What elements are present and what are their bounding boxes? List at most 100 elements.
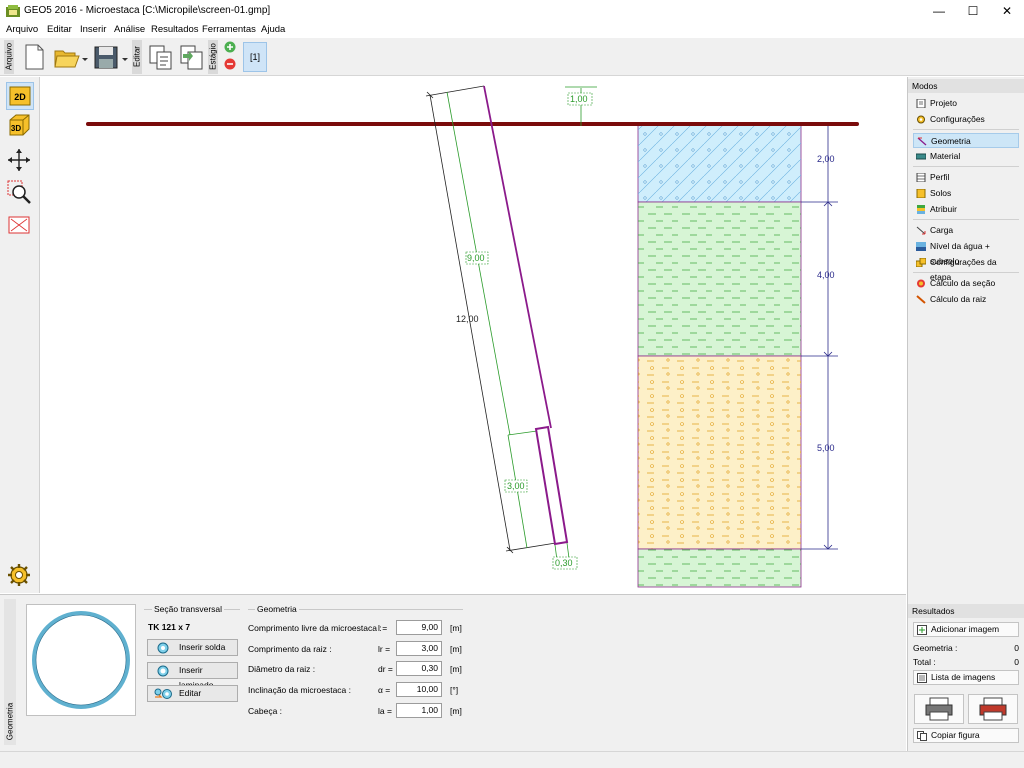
menu-resultados[interactable]: Resultados bbox=[151, 24, 199, 35]
mode-config-etapa[interactable]: Configurações da etapa bbox=[913, 255, 1019, 282]
free-length-dimension bbox=[446, 91, 538, 436]
image-list-icon bbox=[917, 673, 927, 683]
results-header: Resultados bbox=[908, 604, 1024, 618]
geo5-app-icon bbox=[6, 5, 20, 17]
maximize-button[interactable]: ☐ bbox=[956, 0, 990, 22]
title-bar: GEO5 2016 - Microestaca [C:\Micropile\sc… bbox=[0, 0, 1024, 22]
minimize-button[interactable]: — bbox=[922, 0, 956, 22]
geometry-icon bbox=[917, 137, 927, 146]
soils-icon bbox=[916, 189, 926, 198]
stage-settings-icon bbox=[916, 258, 926, 267]
svg-text:3D: 3D bbox=[11, 124, 21, 133]
load-icon bbox=[916, 226, 926, 235]
pile-root bbox=[534, 425, 569, 546]
profile-icon bbox=[916, 173, 926, 182]
mode-solos[interactable]: Solos bbox=[913, 186, 1019, 201]
mode-perfil[interactable]: Perfil bbox=[913, 170, 1019, 185]
root-diameter-input[interactable]: 0,30 bbox=[396, 661, 442, 676]
stage-1-button[interactable]: [1] bbox=[243, 42, 267, 72]
head-row: Cabeça : la = 1,00 [m] bbox=[248, 703, 462, 718]
move-arrows-icon bbox=[8, 149, 30, 171]
view-3d-button[interactable]: 3D bbox=[6, 112, 34, 140]
geometry-side-tab[interactable]: Geometria bbox=[4, 599, 16, 745]
pan-button[interactable] bbox=[6, 147, 34, 175]
root-diameter-label: 0,30 bbox=[555, 558, 573, 568]
copy-figure-button[interactable]: Copiar figura bbox=[913, 728, 1019, 743]
results-geometry-row: Geometria :0 bbox=[913, 643, 1019, 653]
pile-drawing: 2,00 4,00 5,00 1,00 12,00 9,00 3,00 0,30 bbox=[86, 85, 859, 588]
zoom-extents-button[interactable] bbox=[6, 212, 34, 240]
mode-material[interactable]: Material bbox=[913, 149, 1019, 164]
view-2d-icon: 2D bbox=[9, 86, 31, 106]
pipe-section-icon bbox=[32, 611, 130, 709]
image-list-button[interactable]: Lista de imagens bbox=[913, 670, 1019, 685]
root-length-label: 3,00 bbox=[507, 481, 525, 491]
input-panel: Geometria Seção transversal TK 121 x 7 I… bbox=[0, 594, 906, 751]
status-bar bbox=[0, 751, 1024, 768]
window-title: GEO5 2016 - Microestaca [C:\Micropile\sc… bbox=[24, 5, 271, 16]
zoom-window-button[interactable] bbox=[6, 179, 34, 207]
layer-1-thickness: 2,00 bbox=[817, 154, 835, 164]
mode-carga[interactable]: Carga bbox=[913, 223, 1019, 238]
free-length-row: Comprimento livre da microestaca : l = 9… bbox=[248, 620, 462, 635]
open-folder-icon[interactable] bbox=[52, 42, 90, 72]
head-input[interactable]: 1,00 bbox=[396, 703, 442, 718]
cross-section-preview bbox=[26, 604, 136, 716]
menu-ferramentas[interactable]: Ferramentas bbox=[202, 24, 256, 35]
printer-export-icon bbox=[979, 697, 1007, 721]
paste-data-icon[interactable] bbox=[178, 42, 206, 72]
mode-geometria[interactable]: Geometria bbox=[913, 133, 1019, 148]
insert-weld-button[interactable]: Inserir solda bbox=[147, 639, 238, 656]
add-image-button[interactable]: Adicionar imagem bbox=[913, 622, 1019, 637]
zoom-extents-icon bbox=[8, 216, 30, 234]
remove-stage-icon[interactable] bbox=[224, 58, 236, 70]
inclination-input[interactable]: 10,00 bbox=[396, 682, 442, 697]
add-stage-icon[interactable] bbox=[224, 41, 236, 53]
menu-analise[interactable]: Análise bbox=[114, 24, 145, 35]
root-length-input[interactable]: 3,00 bbox=[396, 641, 442, 656]
insert-rolled-button[interactable]: Inserir laminado bbox=[147, 662, 238, 690]
copy-data-icon[interactable] bbox=[147, 42, 175, 72]
cross-section-title: Seção transversal bbox=[152, 604, 225, 614]
document-icon bbox=[916, 99, 926, 108]
add-image-icon bbox=[917, 625, 927, 635]
print-export-button[interactable] bbox=[968, 694, 1018, 724]
geometry-title: Geometria bbox=[255, 604, 299, 614]
mode-calculo-raiz[interactable]: Cálculo da raiz bbox=[913, 292, 1019, 307]
menu-bar: Arquivo Editar Inserir Análise Resultado… bbox=[0, 22, 1024, 38]
mode-calculo-secao[interactable]: Cálculo da seção bbox=[913, 276, 1019, 291]
view-toolbar: 2D 3D bbox=[0, 77, 40, 593]
menu-ajuda[interactable]: Ajuda bbox=[261, 24, 285, 35]
new-file-icon[interactable] bbox=[20, 42, 48, 72]
section-calc-icon bbox=[917, 279, 925, 288]
layer-3-thickness: 5,00 bbox=[817, 443, 835, 453]
view-2d-button[interactable]: 2D bbox=[6, 82, 34, 110]
root-diameter-row: Diâmetro da raiz : dr = 0,30 [m] bbox=[248, 661, 462, 676]
free-length-input[interactable]: 9,00 bbox=[396, 620, 442, 635]
head-offset-label: 1,00 bbox=[570, 94, 588, 104]
total-length-dimension bbox=[425, 85, 563, 554]
pile-shaft bbox=[483, 85, 552, 429]
drawing-settings-button[interactable] bbox=[6, 562, 34, 590]
drawing-canvas[interactable]: 2,00 4,00 5,00 1,00 12,00 9,00 3,00 0,30 bbox=[41, 77, 906, 593]
root-calc-icon bbox=[916, 295, 926, 304]
mode-projeto[interactable]: Projeto bbox=[913, 96, 1019, 111]
cross-section-name: TK 121 x 7 bbox=[148, 622, 191, 632]
toolbar: Arquivo Editar Estágio [1] bbox=[0, 38, 1024, 76]
menu-editar[interactable]: Editar bbox=[47, 24, 72, 35]
menu-inserir[interactable]: Inserir bbox=[80, 24, 106, 35]
save-icon[interactable] bbox=[92, 42, 130, 72]
copy-figure-icon bbox=[917, 731, 927, 741]
menu-arquivo[interactable]: Arquivo bbox=[6, 24, 38, 35]
mode-nivel-agua[interactable]: Nível da água + subsolo bbox=[913, 239, 1019, 266]
mode-atribuir[interactable]: Atribuir bbox=[913, 202, 1019, 217]
edit-section-button[interactable]: Editar bbox=[147, 685, 238, 702]
water-icon bbox=[916, 242, 926, 251]
free-length-label: 9,00 bbox=[467, 253, 485, 263]
printer-icon bbox=[925, 697, 953, 721]
mode-configuracoes[interactable]: Configurações bbox=[913, 112, 1019, 127]
gear-icon bbox=[8, 564, 30, 586]
view-3d-icon: 3D bbox=[9, 114, 30, 136]
close-button[interactable]: ✕ bbox=[990, 0, 1024, 22]
print-button[interactable] bbox=[914, 694, 964, 724]
